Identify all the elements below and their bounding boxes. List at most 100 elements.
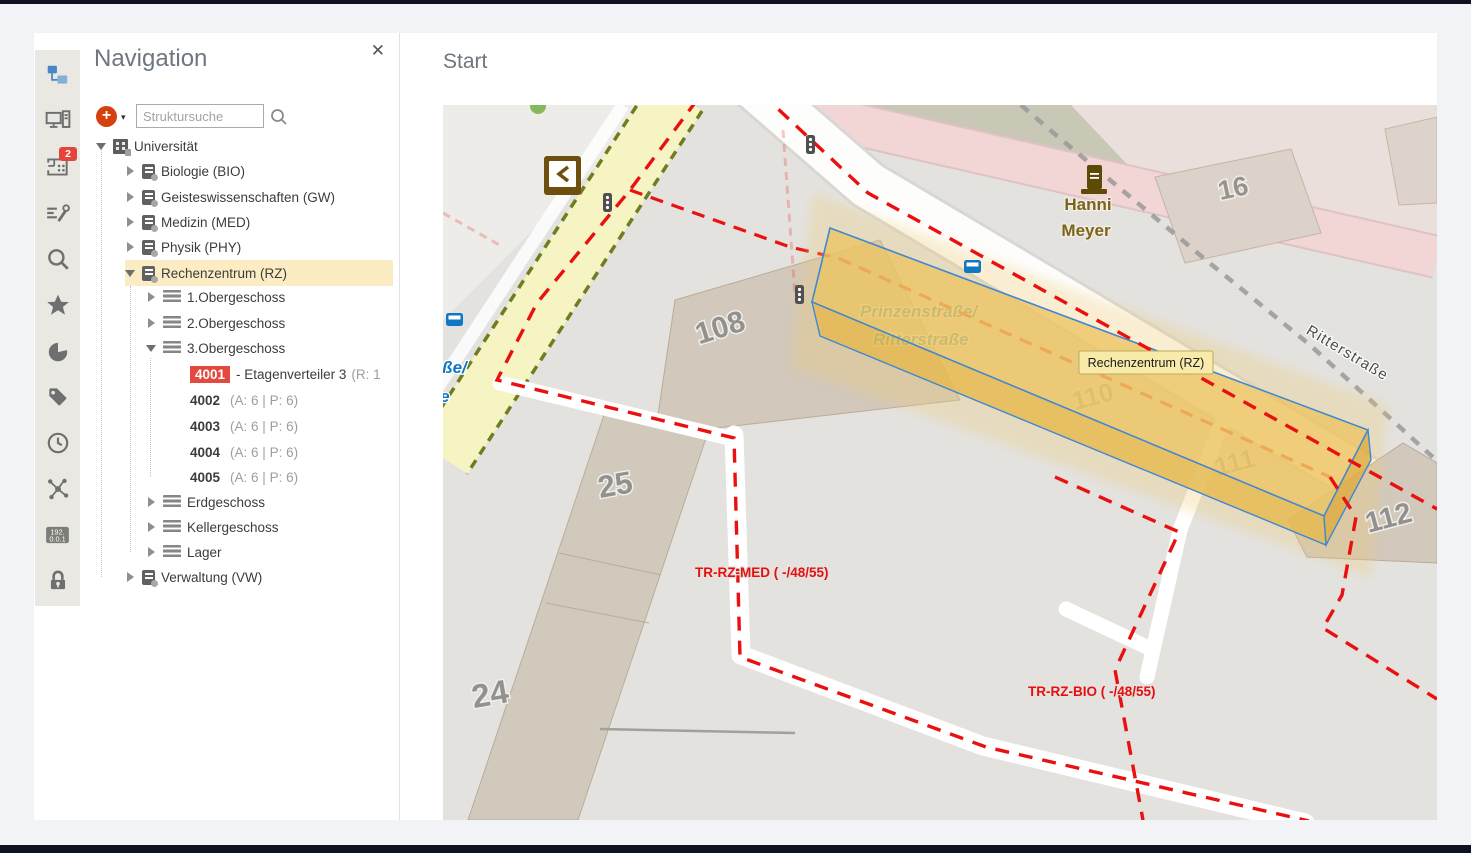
tree-item-physik[interactable]: Physik (PHY) [80,234,399,260]
tree-item-label: Verwaltung (VW) [161,570,262,585]
ip-address-icon: 192. 0.0.1 [44,522,71,548]
expander-expanded-icon[interactable] [96,141,107,152]
tree-item-geisteswissenschaften[interactable]: Geisteswissenschaften (GW) [80,184,399,210]
tree-item-biologie[interactable]: Biologie (BIO) [80,158,399,184]
tree-item-medizin[interactable]: Medizin (MED) [80,209,399,235]
expander-collapsed-icon[interactable] [125,192,136,203]
tag-icon [45,384,71,410]
add-button[interactable]: + [96,106,117,127]
map-view[interactable]: 110 111 Prinzenstraße/ Ritterstraße stra… [443,105,1437,820]
tree-item-label: Geisteswissenschaften (GW) [161,190,335,205]
tools-icon [45,200,71,226]
navigation-panel: Navigation ✕ + ▾ Universität Biologie (B… [80,33,399,820]
tree-item-label: Kellergeschoss [187,520,279,535]
icon-toolbar: 2 [35,50,80,606]
tree-item-room-4002[interactable]: 4002 (A: 6 | P: 6) [80,387,399,413]
room-number: 4004 [190,445,220,460]
close-icon[interactable]: ✕ [371,41,385,61]
floor-icon [163,545,181,559]
tree-item-2-obergeschoss[interactable]: 2.Obergeschoss [80,310,399,336]
tree-item-room-4004[interactable]: 4004 (A: 6 | P: 6) [80,439,399,465]
floor-icon [163,341,181,355]
navigation-tree-button[interactable] [35,52,80,98]
clock-icon [45,430,71,456]
route-label-med: TR-RZ-MED ( -/48/55) [695,565,829,580]
room-label: - Etagenverteiler 3 [236,367,346,382]
floorplan-button[interactable]: 2 [35,144,80,190]
tree-item-verwaltung[interactable]: Verwaltung (VW) [80,564,399,590]
expander-collapsed-icon[interactable] [125,217,136,228]
tree-item-label: 1.Obergeschoss [187,290,285,305]
tree-item-universitaet[interactable]: Universität [80,133,399,159]
room-alert-badge: 4001 [190,366,230,383]
tree-item-rechenzentrum-selected[interactable]: Rechenzentrum (RZ) [80,260,399,286]
memorial-label: Hanni [1064,195,1111,214]
search-button[interactable] [35,236,80,282]
pending-tasks-badge: 2 [59,147,77,161]
floor-icon [163,290,181,304]
tree-item-room-4001[interactable]: 4001 - Etagenverteiler 3 (R: 1 [80,361,399,387]
expander-collapsed-icon[interactable] [146,497,157,508]
tree-item-label: Rechenzentrum (RZ) [161,266,287,281]
tree-item-label: Physik (PHY) [161,240,241,255]
expander-expanded-icon[interactable] [125,268,136,279]
tree-item-room-4003[interactable]: 4003 (A: 6 | P: 6) [80,413,399,439]
panel-title: Navigation [94,45,207,73]
expander-collapsed-icon[interactable] [146,547,157,558]
tree-item-label: 2.Obergeschoss [187,316,285,331]
tree-item-erdgeschoss[interactable]: Erdgeschoss [80,489,399,515]
expander-collapsed-icon[interactable] [125,572,136,583]
reports-button[interactable] [35,328,80,374]
tree-item-3-obergeschoss[interactable]: 3.Obergeschoss [80,335,399,361]
ip-management-button[interactable]: 192. 0.0.1 [35,512,80,558]
route-label-bio: TR-RZ-BIO ( -/48/55) [1028,684,1156,699]
floor-icon [163,316,181,330]
tab-start[interactable]: Start [443,50,487,74]
room-number: 4002 [190,393,220,408]
topology-button[interactable] [35,466,80,512]
pie-chart-icon [45,338,71,364]
tree-item-room-4005[interactable]: 4005 (A: 6 | P: 6) [80,464,399,490]
expander-collapsed-icon[interactable] [146,318,157,329]
expander-collapsed-icon[interactable] [146,522,157,533]
favorites-button[interactable] [35,282,80,328]
star-icon [45,292,71,318]
building-icon [142,240,155,255]
tree-item-label: Lager [187,545,222,560]
security-button[interactable] [35,558,80,604]
search-submit-icon[interactable] [269,107,289,127]
expander-collapsed-icon[interactable] [146,292,157,303]
artwork-sign-icon [544,156,581,195]
house-number-25: 25 [595,464,635,504]
tree-item-label: Erdgeschoss [187,495,265,510]
expander-expanded-icon[interactable] [146,343,157,354]
tree-item-label: Universität [134,139,198,154]
expander-collapsed-icon[interactable] [125,166,136,177]
add-dropdown-caret-icon[interactable]: ▾ [121,112,126,123]
tools-button[interactable] [35,190,80,236]
building-icon [142,215,155,230]
workstation-icon [45,108,71,134]
search-icon [45,246,71,272]
tooltip-label: Rechenzentrum (RZ) [1088,356,1205,370]
floor-icon [163,520,181,534]
window-frame-bottom [0,845,1471,853]
bus-stop-label: straße/ [443,358,469,377]
history-button[interactable] [35,420,80,466]
tree-item-lager[interactable]: Lager [80,539,399,565]
room-number: 4003 [190,419,220,434]
building-icon [142,570,155,585]
map-canvas[interactable]: 110 111 Prinzenstraße/ Ritterstraße stra… [443,105,1437,820]
tree-item-1-obergeschoss[interactable]: 1.Obergeschoss [80,284,399,310]
memorial-label: Meyer [1061,221,1111,240]
svg-text:0.0.1: 0.0.1 [49,534,65,543]
bus-stop-label: traße [443,387,450,406]
workstation-button[interactable] [35,98,80,144]
window-frame-top [0,0,1471,4]
expander-collapsed-icon[interactable] [125,242,136,253]
structure-search-input[interactable] [136,104,264,128]
room-stats: (A: 6 | P: 6) [230,419,298,434]
room-stats: (A: 6 | P: 6) [230,470,298,485]
tags-button[interactable] [35,374,80,420]
tree-item-kellergeschoss[interactable]: Kellergeschoss [80,514,399,540]
